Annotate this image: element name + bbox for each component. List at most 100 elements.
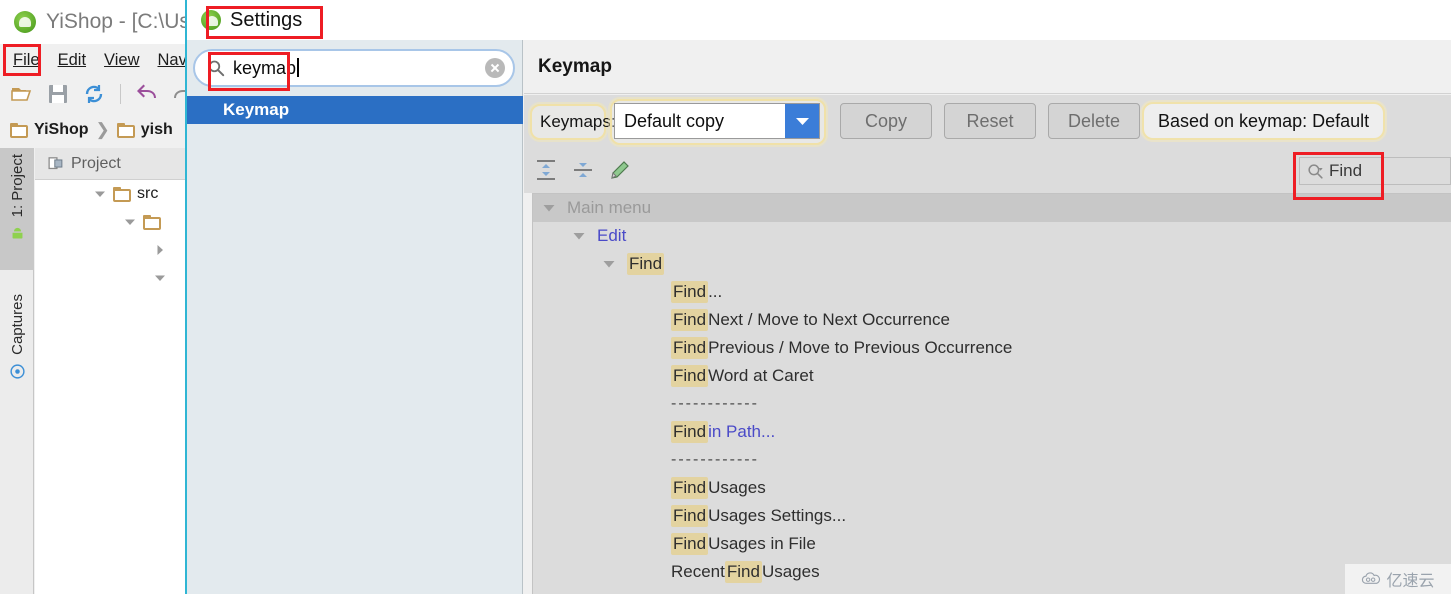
project-tree[interactable]: src xyxy=(35,180,185,594)
folder-icon xyxy=(143,214,161,230)
settings-titlebar: Settings xyxy=(187,0,1451,40)
search-result-label: Keymap xyxy=(223,100,290,119)
clear-search-icon[interactable] xyxy=(485,58,505,78)
reset-button[interactable]: Reset xyxy=(944,103,1036,139)
tree-leaf-find-usages-in-file[interactable]: Find Usages in File xyxy=(533,530,1451,558)
chevron-down-icon[interactable] xyxy=(541,200,557,216)
tree-leaf-label: Word at Caret xyxy=(708,366,814,385)
match-highlight: Find xyxy=(671,421,709,443)
tree-row[interactable] xyxy=(35,264,185,292)
undo-icon[interactable] xyxy=(135,82,159,106)
tree-leaf-find-usages[interactable]: Find Usages xyxy=(533,474,1451,502)
tree-leaf-label: in Path... xyxy=(708,422,776,441)
copy-button[interactable]: Copy xyxy=(840,103,932,139)
tree-row-label: src xyxy=(137,185,159,202)
chevron-down-icon[interactable] xyxy=(785,104,819,138)
keymap-find-field[interactable]: Find xyxy=(1299,157,1451,185)
cloud-icon xyxy=(1362,572,1381,584)
save-icon[interactable] xyxy=(46,82,70,106)
delete-button[interactable]: Delete xyxy=(1048,103,1140,139)
project-tool-tab[interactable]: Project xyxy=(35,148,185,180)
separator-label: ------------ xyxy=(671,395,759,412)
tree-leaf-recent-find-usages[interactable]: Recent Find Usages xyxy=(533,558,1451,586)
android-icon xyxy=(12,228,22,239)
android-studio-icon xyxy=(14,11,36,33)
menu-file[interactable]: File xyxy=(6,48,47,73)
tree-separator: ------------ xyxy=(533,390,1451,418)
tree-row[interactable] xyxy=(35,236,185,264)
match-highlight: Find xyxy=(671,477,709,499)
match-highlight: Find xyxy=(671,533,709,555)
tree-node-edit[interactable]: Edit xyxy=(533,222,1451,250)
folder-icon xyxy=(10,122,28,138)
search-result-keymap[interactable]: Keymap xyxy=(187,96,523,124)
toolbar-separator xyxy=(120,84,121,104)
settings-search-pane: keymap Keymap xyxy=(187,40,523,594)
watermark: 亿速云 xyxy=(1345,564,1451,594)
settings-search-box[interactable]: keymap xyxy=(193,49,515,87)
search-icon xyxy=(208,60,225,77)
breadcrumb-item-yishop[interactable]: YiShop xyxy=(10,121,89,139)
separator-label: ------------ xyxy=(671,451,759,468)
chevron-down-icon[interactable] xyxy=(93,187,107,201)
tree-node-label: Main menu xyxy=(567,198,652,217)
tree-leaf-find-next[interactable]: Find Next / Move to Next Occurrence xyxy=(533,306,1451,334)
settings-dialog-title: Settings xyxy=(230,8,303,31)
menu-view[interactable]: View xyxy=(97,48,146,73)
sync-icon[interactable] xyxy=(82,82,106,106)
sidebar-item-captures[interactable]: Captures xyxy=(0,288,34,416)
page-title: Keymap xyxy=(538,55,612,77)
sidebar-item-project[interactable]: 1: Project xyxy=(0,148,34,270)
match-highlight: Find xyxy=(671,505,709,527)
chevron-down-icon[interactable] xyxy=(123,215,137,229)
search-dropdown-icon[interactable] xyxy=(1306,162,1325,181)
match-highlight: Find xyxy=(671,309,709,331)
settings-search-input[interactable]: keymap xyxy=(225,57,485,79)
chevron-down-icon[interactable] xyxy=(601,256,617,272)
tree-leaf-find-dialog[interactable]: Find... xyxy=(533,278,1451,306)
menu-file-label: File xyxy=(13,50,40,69)
breadcrumb-item-yish[interactable]: yish xyxy=(116,121,173,139)
tree-node-label: Find xyxy=(627,253,665,275)
keymaps-select-value: Default copy xyxy=(624,110,725,131)
keymap-action-tree[interactable]: Main menu Edit Find Find... Find Next / … xyxy=(532,193,1451,594)
tree-node-find[interactable]: Find xyxy=(533,250,1451,278)
sidebar-item-label: Captures xyxy=(8,294,26,355)
tree-leaf-find-word-at-caret[interactable]: Find Word at Caret xyxy=(533,362,1451,390)
keymaps-label: Keymaps: xyxy=(540,112,616,131)
tree-leaf-label: Next / Move to Next Occurrence xyxy=(708,310,950,329)
menu-view-label: View xyxy=(104,50,140,69)
match-highlight: Find xyxy=(671,365,709,387)
keymap-find-label: Find xyxy=(1329,161,1363,180)
tree-leaf-find-in-path[interactable]: Find in Path... xyxy=(533,418,1451,446)
settings-dialog: Settings keymap Keymap Keymap Keymaps: D… xyxy=(185,0,1451,594)
keymap-controls-row: Keymaps: Default copy Copy Reset Delete … xyxy=(524,95,1451,147)
edit-shortcut-icon[interactable] xyxy=(608,158,632,182)
tree-leaf-find-previous[interactable]: Find Previous / Move to Previous Occurre… xyxy=(533,334,1451,362)
tree-row[interactable] xyxy=(35,208,185,236)
tree-row[interactable]: src xyxy=(35,180,185,208)
expand-all-icon[interactable] xyxy=(534,158,558,182)
chevron-right-icon[interactable] xyxy=(153,243,167,257)
menu-edit[interactable]: Edit xyxy=(51,48,93,73)
tree-leaf-label: Previous / Move to Previous Occurrence xyxy=(708,338,1013,357)
screenshot-root: YiShop - [C:\User File Edit View Nav YiS… xyxy=(0,0,1451,594)
tree-leaf-label: Usages Settings... xyxy=(708,506,847,525)
ide-tool-sidebar: 1: Project Captures xyxy=(0,148,34,594)
tree-leaf-find-usages-settings[interactable]: Find Usages Settings... xyxy=(533,502,1451,530)
captures-icon xyxy=(9,364,25,379)
based-on-keymap-badge: Based on keymap: Default xyxy=(1142,102,1386,140)
menu-edit-label: Edit xyxy=(57,50,87,69)
tree-node-main-menu[interactable]: Main menu xyxy=(533,194,1451,222)
collapse-all-icon[interactable] xyxy=(571,158,595,182)
folder-icon xyxy=(116,122,135,138)
open-folder-icon[interactable] xyxy=(10,82,34,106)
tree-leaf-label: Usages in File xyxy=(708,534,816,553)
android-studio-icon xyxy=(201,10,221,30)
breadcrumb-label: yish xyxy=(140,121,173,138)
match-highlight: Find xyxy=(724,561,762,583)
folder-icon xyxy=(113,186,131,202)
keymaps-select[interactable]: Default copy xyxy=(614,103,820,139)
chevron-down-icon[interactable] xyxy=(153,271,167,285)
chevron-down-icon[interactable] xyxy=(571,228,587,244)
